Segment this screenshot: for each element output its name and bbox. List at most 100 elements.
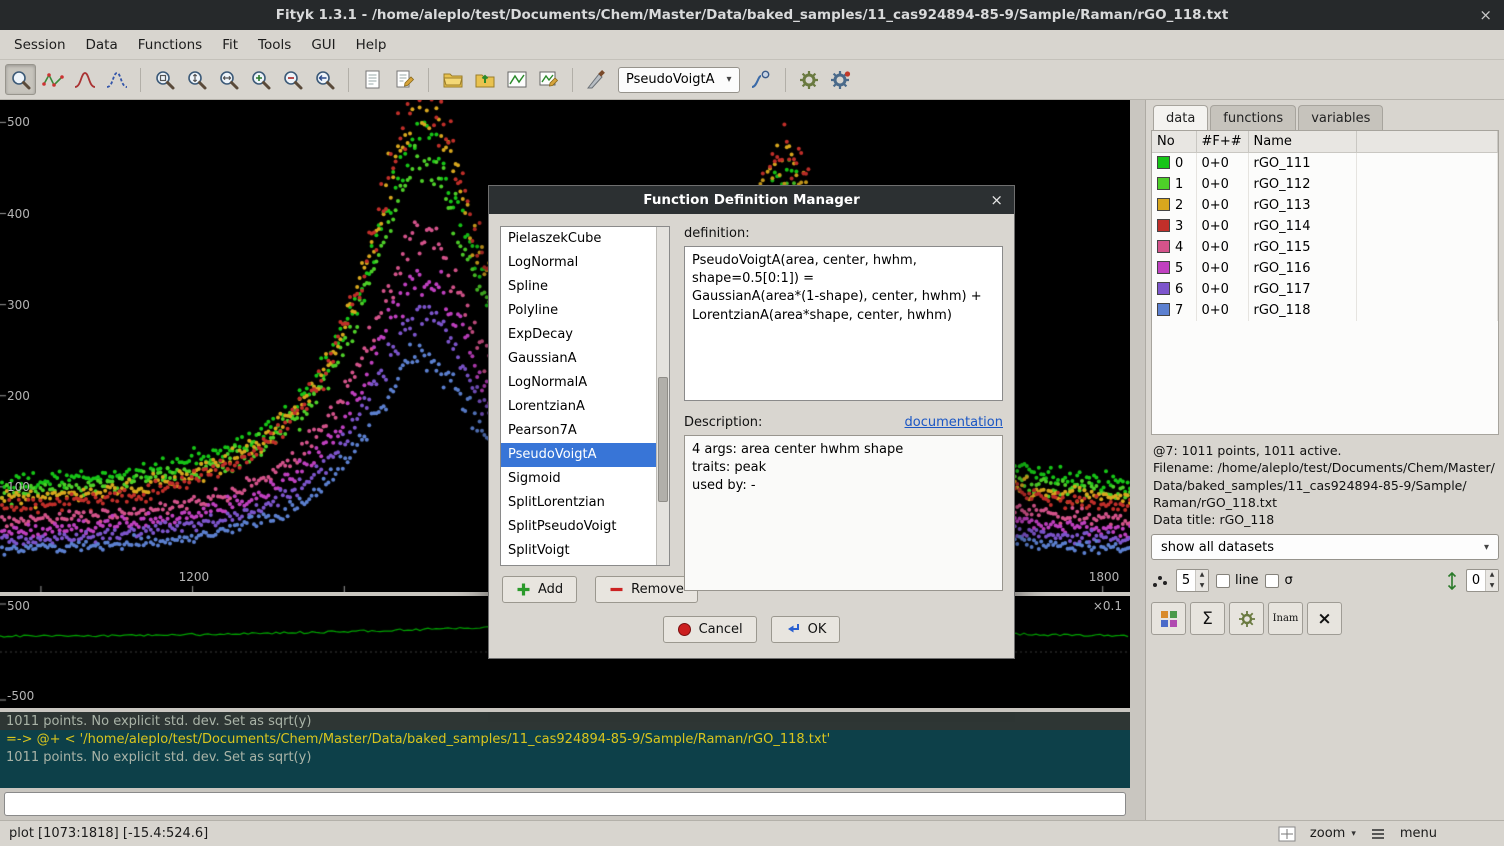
column-header-f[interactable]: #F+#	[1196, 131, 1248, 153]
data-transform-button[interactable]	[581, 64, 612, 95]
tab-data[interactable]: data	[1153, 105, 1208, 130]
export-image-button[interactable]	[533, 64, 564, 95]
function-list-item[interactable]: Polyline	[501, 299, 669, 323]
function-list-item[interactable]: LogNormalA	[501, 371, 669, 395]
toolbar-separator	[785, 68, 786, 92]
function-list-item[interactable]: Pearson7A	[501, 419, 669, 443]
menu-item-gui[interactable]: GUI	[301, 32, 345, 58]
output-console[interactable]: 1011 points. No explicit std. dev. Set a…	[0, 712, 1130, 788]
dataset-row[interactable]: 70+0rGO_118	[1152, 300, 1498, 321]
spin-down-icon[interactable]: ▼	[1196, 581, 1208, 592]
dataset-row[interactable]: 60+0rGO_117	[1152, 279, 1498, 300]
peak-icon	[73, 68, 97, 92]
dataset-row[interactable]: 10+0rGO_112	[1152, 174, 1498, 195]
function-list-item[interactable]: PielaszekCube	[501, 227, 669, 251]
spin-down-icon[interactable]: ▼	[1486, 581, 1498, 592]
ok-button[interactable]: OK	[771, 616, 841, 643]
function-list-item[interactable]: PseudoVoigtA	[501, 443, 669, 467]
fit-run-button[interactable]	[794, 64, 825, 95]
zoom-previous-icon	[313, 68, 337, 92]
function-list-item[interactable]: GaussianA	[501, 347, 669, 371]
sum-datasets-button[interactable]: Σ	[1190, 602, 1225, 635]
add-function-definition-button[interactable]: Add	[502, 576, 577, 603]
show-log-button[interactable]	[357, 64, 388, 95]
function-list-item[interactable]: SplitPseudoVoigt	[501, 515, 669, 539]
function-list-item[interactable]: LorentzianA	[501, 395, 669, 419]
menu-icon[interactable]	[1370, 827, 1386, 841]
scrollbar-thumb[interactable]	[658, 377, 668, 502]
crosshair-icon[interactable]	[1278, 826, 1296, 842]
column-header-no[interactable]: No	[1152, 131, 1196, 153]
rename-dataset-button[interactable]: Inam	[1268, 602, 1303, 635]
menu-item-fit[interactable]: Fit	[212, 32, 248, 58]
line-checkbox[interactable]: line	[1216, 573, 1258, 588]
close-window-button[interactable]: ×	[1479, 0, 1492, 30]
sigma-checkbox[interactable]: σ	[1265, 573, 1292, 588]
zoom-horizontal-button[interactable]	[213, 64, 244, 95]
menu-item-session[interactable]: Session	[4, 32, 76, 58]
dataset-row[interactable]: 00+0rGO_111	[1152, 153, 1498, 174]
dataset-grid-button[interactable]	[1151, 602, 1186, 635]
load-data-button[interactable]	[437, 64, 468, 95]
checkbox-box[interactable]	[1216, 574, 1230, 588]
zoom-previous-button[interactable]	[309, 64, 340, 95]
fit-options-button[interactable]	[826, 64, 857, 95]
menu-item-functions[interactable]: Functions	[128, 32, 212, 58]
function-type-select[interactable]: PseudoVoigtA ▾	[618, 67, 740, 93]
dialog-titlebar[interactable]: Function Definition Manager ×	[489, 186, 1014, 214]
function-list-scrollbar[interactable]	[656, 227, 669, 565]
dataset-no-cell: 5	[1152, 258, 1196, 279]
toolbar-separator	[428, 68, 429, 92]
zoom-all-button[interactable]	[149, 64, 180, 95]
function-list-item[interactable]: Sigmoid	[501, 467, 669, 491]
status-zoom-label[interactable]: zoom	[1310, 826, 1345, 841]
spin-up-icon[interactable]: ▲	[1196, 570, 1208, 581]
dataset-row[interactable]: 40+0rGO_115	[1152, 237, 1498, 258]
dataset-name-cell: rGO_115	[1248, 237, 1356, 258]
datasets-filter-dropdown[interactable]: show all datasets ▾	[1151, 534, 1499, 560]
add-function-mode-button[interactable]	[69, 64, 100, 95]
plot-frame-button[interactable]	[501, 64, 532, 95]
column-header-name[interactable]: Name	[1248, 131, 1356, 153]
checkbox-box[interactable]	[1265, 574, 1279, 588]
point-size-spinner[interactable]: 5 ▲▼	[1176, 569, 1209, 592]
dataset-no-cell: 0	[1152, 153, 1196, 174]
delete-dataset-button[interactable]: ×	[1307, 602, 1342, 635]
function-list-item[interactable]: LogNormal	[501, 251, 669, 275]
zoom-vertical-button[interactable]	[181, 64, 212, 95]
cancel-button[interactable]: Cancel	[663, 616, 757, 643]
function-list-item[interactable]: Spline	[501, 275, 669, 299]
dataset-row[interactable]: 30+0rGO_114	[1152, 216, 1498, 237]
add-peak-button[interactable]	[746, 64, 777, 95]
dataset-color-swatch	[1157, 303, 1170, 316]
export-data-button[interactable]	[469, 64, 500, 95]
edit-data-mode-button[interactable]	[37, 64, 68, 95]
list-buttons: Add Remove	[502, 576, 670, 603]
menu-item-help[interactable]: Help	[346, 32, 397, 58]
edit-script-button[interactable]	[389, 64, 420, 95]
function-list-item[interactable]: ExpDecay	[501, 323, 669, 347]
fit-dataset-button[interactable]	[1229, 602, 1264, 635]
spin-up-icon[interactable]: ▲	[1486, 570, 1498, 581]
zoom-out-button[interactable]	[277, 64, 308, 95]
menu-item-tools[interactable]: Tools	[248, 32, 301, 58]
activate-data-mode-button[interactable]	[101, 64, 132, 95]
gear-settings-icon	[829, 68, 853, 92]
function-list-item[interactable]: SplitVoigt	[501, 539, 669, 563]
dataset-row[interactable]: 20+0rGO_113	[1152, 195, 1498, 216]
dialog-close-button[interactable]: ×	[990, 191, 1003, 209]
function-list-item[interactable]: SplitLorentzian	[501, 491, 669, 515]
menu-item-data[interactable]: Data	[76, 32, 128, 58]
status-menu-label[interactable]: menu	[1400, 826, 1437, 841]
dataset-row[interactable]: 50+0rGO_116	[1152, 258, 1498, 279]
definition-editor[interactable]: PseudoVoigtA(area, center, hwhm, shape=0…	[684, 246, 1003, 401]
zoom-in-button[interactable]	[245, 64, 276, 95]
tab-variables[interactable]: variables	[1298, 105, 1383, 130]
zoom-mode-button[interactable]	[5, 64, 36, 95]
documentation-link[interactable]: documentation	[905, 415, 1003, 430]
remove-function-definition-button[interactable]: Remove	[595, 576, 698, 603]
command-input[interactable]	[4, 792, 1126, 816]
function-definition-manager-dialog: Function Definition Manager × PielaszekC…	[488, 185, 1015, 659]
tab-functions[interactable]: functions	[1210, 105, 1296, 130]
shift-spinner[interactable]: 0 ▲▼	[1466, 569, 1499, 592]
